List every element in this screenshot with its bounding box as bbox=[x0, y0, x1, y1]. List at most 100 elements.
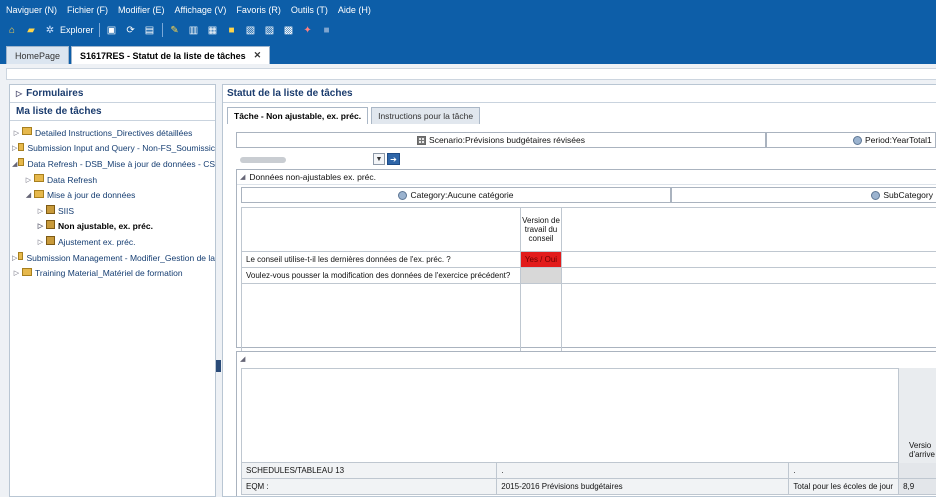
pov-period[interactable]: Period:YearTotal1 bbox=[766, 132, 936, 148]
grid-header[interactable]: ◢ Données non-ajustables ex. préc. bbox=[237, 170, 936, 185]
row-value[interactable]: 8,9 bbox=[899, 479, 936, 494]
task-tree: ▷ Detailed Instructions_Directives détail… bbox=[10, 121, 215, 281]
row-cell: . bbox=[497, 463, 790, 478]
empty-cell bbox=[241, 283, 521, 360]
task-icon bbox=[46, 235, 55, 245]
tree-item-label: Ajustement ex. préc. bbox=[58, 236, 136, 247]
tree-item-mise-a-jour[interactable]: ◢ Mise à jour de données bbox=[10, 187, 215, 203]
panel-collapse-handle[interactable] bbox=[216, 360, 221, 372]
tree-item-non-ajustable[interactable]: ▷ Non ajustable, ex. préc. bbox=[10, 219, 215, 235]
tree-item-siis[interactable]: ▷ SIIS bbox=[10, 203, 215, 219]
expand-icon[interactable]: ▷ bbox=[16, 89, 22, 98]
clear-icon[interactable]: ▥ bbox=[187, 23, 201, 37]
collapse-icon[interactable]: ◢ bbox=[240, 173, 245, 181]
expand-icon[interactable]: ▷ bbox=[12, 254, 17, 262]
folder-icon bbox=[22, 127, 32, 136]
subcategory-label: SubCategory bbox=[883, 190, 933, 200]
folder-icon bbox=[34, 189, 44, 198]
formulaires-header[interactable]: ▷ Formulaires bbox=[10, 85, 215, 103]
row-cell: . bbox=[789, 463, 900, 478]
folder-icon bbox=[34, 174, 44, 183]
tree-item-ajustement[interactable]: ▷ Ajustement ex. préc. bbox=[10, 234, 215, 250]
explorer-icon[interactable]: ✲ bbox=[43, 23, 57, 37]
expand-icon[interactable]: ▷ bbox=[12, 269, 21, 277]
save-icon[interactable]: ▣ bbox=[105, 23, 119, 37]
expand-icon[interactable]: ▷ bbox=[12, 144, 17, 152]
tree-item-label: Mise à jour de données bbox=[47, 190, 136, 201]
toolbar-separator bbox=[98, 23, 100, 37]
tree-item-training-material[interactable]: ▷ Training Material_Matériel de formation bbox=[10, 265, 215, 281]
pov-scenario[interactable]: Scenario:Prévisions budgétaires révisées bbox=[236, 132, 766, 148]
explorer-button[interactable]: Explorer bbox=[60, 25, 94, 35]
toolbar-separator bbox=[161, 23, 163, 37]
collapse-icon[interactable]: ◢ bbox=[24, 191, 33, 199]
pov-bar: Scenario:Prévisions budgétaires révisées… bbox=[236, 132, 936, 148]
collapse-icon[interactable]: ◢ bbox=[12, 160, 17, 168]
folder-icon bbox=[18, 158, 25, 167]
close-icon[interactable]: ✕ bbox=[254, 50, 262, 61]
category-selector[interactable]: Category:Aucune catégorie bbox=[241, 187, 671, 203]
edit-icon[interactable]: ▤ bbox=[143, 23, 157, 37]
grid-title: Données non-ajustables ex. préc. bbox=[249, 172, 377, 182]
tab-task[interactable]: Tâche - Non ajustable, ex. préc. bbox=[227, 107, 369, 124]
tree-item-detailed-instructions[interactable]: ▷ Detailed Instructions_Directives détail… bbox=[10, 125, 215, 141]
expand-icon[interactable]: ▷ bbox=[36, 238, 45, 246]
expand-icon[interactable]: ▷ bbox=[12, 129, 21, 137]
expand-icon[interactable]: ▷ bbox=[36, 207, 45, 215]
chevron-down-icon[interactable]: ▼ bbox=[373, 153, 385, 165]
entity-selector[interactable] bbox=[240, 154, 286, 166]
expand-icon[interactable]: ▷ bbox=[24, 176, 33, 184]
tools-icon[interactable]: ✦ bbox=[301, 23, 315, 37]
tree-item-submission-input[interactable]: ▷ Submission Input and Query - Non-FS_Sou… bbox=[10, 141, 215, 157]
lock-icon[interactable]: ■ bbox=[225, 23, 239, 37]
tree-item-label: Training Material_Matériel de formation bbox=[35, 268, 183, 279]
row-label: EQM : bbox=[242, 479, 498, 494]
tree-item-label: Detailed Instructions_Directives détaill… bbox=[35, 127, 193, 138]
tab-homepage[interactable]: HomePage bbox=[6, 46, 70, 64]
expand-icon[interactable]: ▷ bbox=[36, 222, 45, 230]
menu-affichage[interactable]: Affichage (V) bbox=[175, 5, 227, 15]
home-icon[interactable]: ⌂ bbox=[5, 23, 19, 37]
row-value[interactable] bbox=[899, 463, 936, 478]
menu-bar: Naviguer (N) Fichier (F) Modifier (E) Af… bbox=[0, 2, 375, 18]
validate-icon[interactable]: ▨ bbox=[263, 23, 277, 37]
globe-icon bbox=[853, 135, 862, 145]
collapse-icon[interactable]: ◢ bbox=[240, 355, 245, 363]
header-corner-cell bbox=[241, 207, 521, 252]
menu-outils[interactable]: Outils (T) bbox=[291, 5, 328, 15]
subcategory-selector[interactable]: SubCategory bbox=[671, 187, 936, 203]
version-arrivee-header: Versio d'arrive bbox=[898, 368, 936, 463]
tab-instructions[interactable]: Instructions pour la tâche bbox=[371, 107, 481, 124]
tree-item-data-refresh-dsb[interactable]: ◢ Data Refresh - DSB_Mise à jour de donné… bbox=[10, 156, 215, 172]
answer-1-cell[interactable]: Yes / Oui bbox=[520, 251, 562, 268]
menu-modifier[interactable]: Modifier (E) bbox=[118, 5, 165, 15]
pov-scenario-label: Scenario:Prévisions budgétaires révisées bbox=[429, 135, 585, 145]
tab-current[interactable]: S1617RES - Statut de la liste de tâches … bbox=[71, 46, 271, 64]
tab-homepage-label: HomePage bbox=[15, 50, 61, 61]
settings-icon[interactable]: ▩ bbox=[282, 23, 296, 37]
document-icon[interactable]: ▧ bbox=[244, 23, 258, 37]
table-row: SCHEDULES/TABLEAU 13 . . bbox=[241, 463, 936, 479]
menu-favoris[interactable]: Favoris (R) bbox=[236, 5, 281, 15]
empty-cell bbox=[561, 267, 936, 284]
tree-item-label: Submission Management - Modifier_Gestion… bbox=[26, 252, 215, 263]
tree-item-submission-management[interactable]: ▷ Submission Management - Modifier_Gestio… bbox=[10, 250, 215, 266]
tree-item-label: Non ajustable, ex. préc. bbox=[58, 221, 153, 232]
content-header-strip bbox=[6, 68, 936, 80]
empty-cell bbox=[520, 283, 562, 360]
window-icon[interactable]: ▦ bbox=[206, 23, 220, 37]
tree-item-data-refresh[interactable]: ▷ Data Refresh bbox=[10, 172, 215, 188]
menu-aide[interactable]: Aide (H) bbox=[338, 5, 371, 15]
tasklist-title: Ma liste de tâches bbox=[10, 103, 215, 121]
member-selector-icon bbox=[417, 135, 427, 145]
menu-naviguer[interactable]: Naviguer (N) bbox=[6, 5, 57, 15]
tree-item-label: Submission Input and Query - Non-FS_Soum… bbox=[27, 143, 215, 154]
answer-2-cell[interactable] bbox=[520, 267, 562, 284]
question-table: Version de travail du conseil Le conseil… bbox=[241, 207, 936, 360]
open-folder-icon[interactable]: ▰ bbox=[24, 23, 38, 37]
menu-fichier[interactable]: Fichier (F) bbox=[67, 5, 108, 15]
pencil-icon[interactable]: ✎ bbox=[168, 23, 182, 37]
refresh-icon[interactable]: ⟳ bbox=[124, 23, 138, 37]
folder-icon bbox=[22, 267, 32, 276]
go-button[interactable]: ➔ bbox=[387, 153, 400, 165]
